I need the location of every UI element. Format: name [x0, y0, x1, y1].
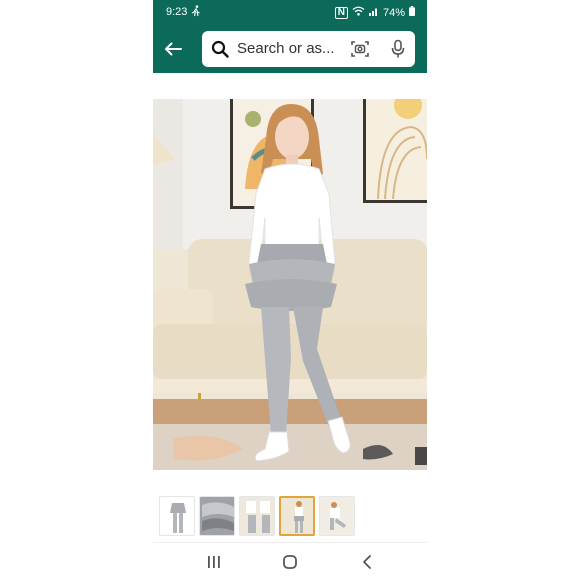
back-nav-button[interactable]	[352, 551, 382, 573]
thumbnail-4[interactable]	[279, 496, 315, 536]
nfc-icon: N	[334, 6, 348, 19]
product-main-image[interactable]	[153, 99, 427, 470]
battery-label: 74%	[382, 6, 405, 19]
thumbnail-5[interactable]	[319, 496, 355, 536]
thumbnail-3[interactable]	[239, 496, 275, 536]
thumbnail-2[interactable]	[199, 496, 235, 536]
search-placeholder: Search or as...	[237, 40, 335, 57]
back-nav-icon	[363, 555, 371, 569]
phone-screen: 9:23 N 74% Search or as...	[153, 0, 427, 580]
camera-icon[interactable]	[350, 39, 370, 64]
microphone-icon[interactable]	[390, 39, 406, 64]
home-icon	[283, 555, 297, 569]
battery-icon	[409, 6, 415, 19]
recent-apps-button[interactable]	[199, 551, 229, 573]
walking-icon	[191, 5, 201, 20]
search-icon	[211, 40, 229, 63]
back-button[interactable]	[159, 35, 187, 63]
thumbnail-1[interactable]	[159, 496, 195, 536]
status-time: 9:23	[166, 6, 188, 18]
system-nav-bar	[153, 542, 427, 580]
signal-icon	[368, 6, 379, 19]
search-header: Search or as...	[153, 25, 427, 73]
recent-apps-icon	[208, 556, 220, 568]
wifi-icon	[352, 6, 365, 19]
thumbnail-strip	[159, 496, 423, 538]
status-bar: 9:23 N 74%	[153, 0, 427, 25]
search-input[interactable]: Search or as...	[202, 31, 415, 67]
home-button[interactable]	[275, 551, 305, 573]
back-arrow-icon	[165, 42, 182, 56]
